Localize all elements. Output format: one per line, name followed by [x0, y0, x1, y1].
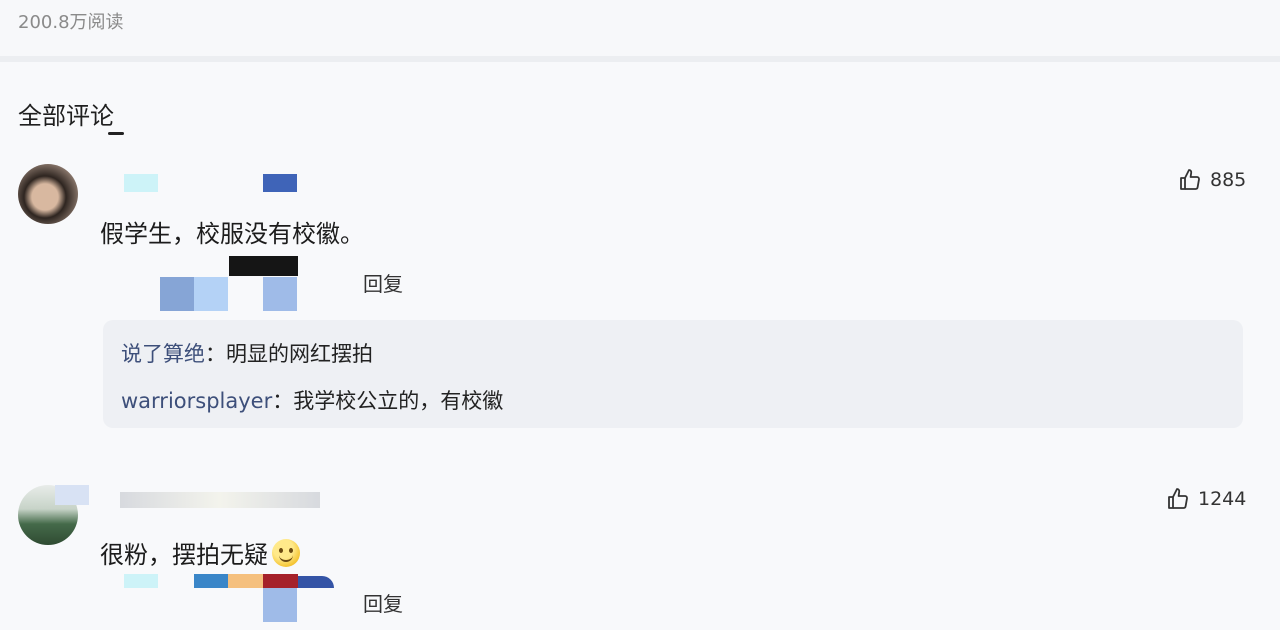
comment-text-content: 很粉，摆拍无疑 [100, 541, 268, 569]
reply-separator: ： [205, 342, 226, 366]
redacted-meta [298, 576, 334, 588]
redacted-meta [124, 574, 158, 588]
like-button[interactable]: 885 [1178, 168, 1246, 192]
like-count: 1244 [1198, 488, 1247, 510]
avatar[interactable] [18, 164, 78, 224]
redacted-meta [160, 277, 194, 311]
redacted-meta [194, 574, 228, 588]
redacted-username [55, 485, 89, 505]
reply-button[interactable]: 回复 [363, 268, 403, 297]
reply-item[interactable]: warriorsplayer：我学校公立的，有校徽 [121, 385, 503, 415]
reply-button[interactable]: 回复 [363, 588, 403, 617]
smile-emoji-icon [272, 539, 300, 567]
comments-title-underline [108, 132, 124, 135]
redacted-meta [263, 574, 298, 588]
reply-separator: ： [272, 389, 294, 413]
like-count: 885 [1210, 169, 1247, 191]
thumbs-up-icon [1168, 488, 1188, 509]
replies-box: 说了算绝：明显的网红摆拍 warriorsplayer：我学校公立的，有校徽 [103, 320, 1243, 428]
reply-text: 我学校公立的，有校徽 [293, 389, 504, 413]
read-count: 200.8万阅读 [18, 12, 124, 33]
redacted-username [120, 492, 320, 508]
reply-username[interactable]: warriorsplayer [121, 389, 272, 413]
redacted-meta [263, 588, 297, 622]
thumbs-up-icon [1180, 169, 1200, 190]
redacted-username [263, 174, 297, 192]
reply-text: 明显的网红摆拍 [226, 342, 373, 366]
comment-text: 很粉，摆拍无疑 [100, 535, 300, 570]
article-stats-bar: 200.8万阅读 [0, 0, 1280, 62]
comments-title[interactable]: 全部评论 [18, 96, 114, 131]
comment-text: 假学生，校服没有校徽。 [100, 220, 364, 248]
reply-username[interactable]: 说了算绝 [121, 342, 205, 366]
redacted-username [124, 174, 158, 192]
like-button[interactable]: 1244 [1166, 487, 1246, 511]
redacted-meta [263, 277, 297, 311]
redacted-meta [194, 277, 228, 311]
reply-item[interactable]: 说了算绝：明显的网红摆拍 [121, 338, 373, 368]
redacted-meta [229, 256, 298, 276]
redacted-meta [228, 574, 263, 588]
